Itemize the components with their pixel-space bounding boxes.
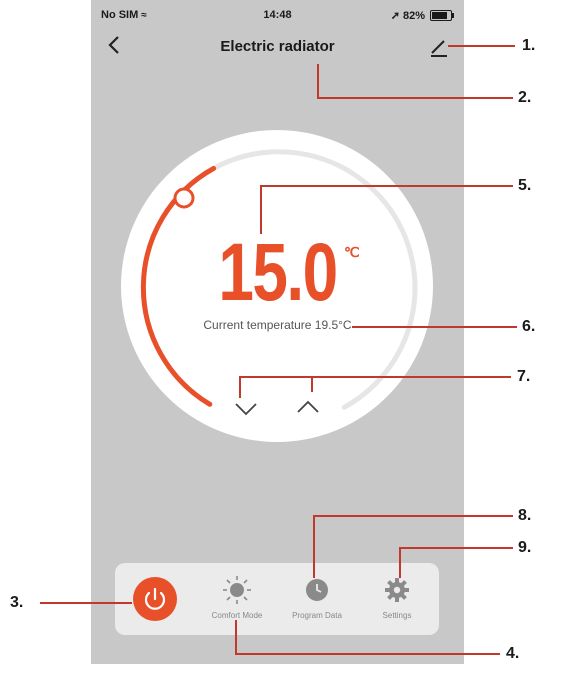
bottom-toolbar: Comfort Mode Program Data Settings xyxy=(115,563,439,635)
settings-button[interactable]: Settings xyxy=(357,563,437,635)
settings-label: Settings xyxy=(382,611,412,620)
gear-icon xyxy=(385,578,409,602)
callout-label-8: 8. xyxy=(518,507,532,524)
chevron-down-icon xyxy=(235,403,257,416)
callout-label-1: 1. xyxy=(522,37,536,54)
comfort-mode-button[interactable]: Comfort Mode xyxy=(197,563,277,635)
callout-label-4: 4. xyxy=(506,645,520,662)
current-temperature: Current temperature 19.5°C xyxy=(203,318,352,332)
power-button[interactable] xyxy=(133,577,177,621)
program-data-label: Program Data xyxy=(292,611,342,620)
callout-label-3: 3. xyxy=(10,594,24,611)
sun-icon xyxy=(223,576,251,604)
callout-label-2: 2. xyxy=(518,89,532,106)
chevron-up-icon xyxy=(297,400,319,413)
dial-handle[interactable] xyxy=(173,187,195,209)
increase-temperature-button[interactable] xyxy=(293,396,323,418)
clock-icon xyxy=(306,579,328,601)
phone-screen: No SIM ≈ 14:48 ➚ 82% Electric radiator 15… xyxy=(91,0,464,664)
comfort-mode-label: Comfort Mode xyxy=(211,611,263,620)
callout-label-6: 6. xyxy=(522,318,536,335)
callout-label-9: 9. xyxy=(518,539,532,556)
temperature-unit: ℃ xyxy=(344,244,360,260)
set-temperature: 15.0 xyxy=(218,227,338,318)
decrease-temperature-button[interactable] xyxy=(231,398,261,420)
program-data-button[interactable]: Program Data xyxy=(277,563,357,635)
callout-label-7: 7. xyxy=(517,368,531,385)
power-icon xyxy=(144,587,166,610)
callout-label-5: 5. xyxy=(518,177,532,194)
